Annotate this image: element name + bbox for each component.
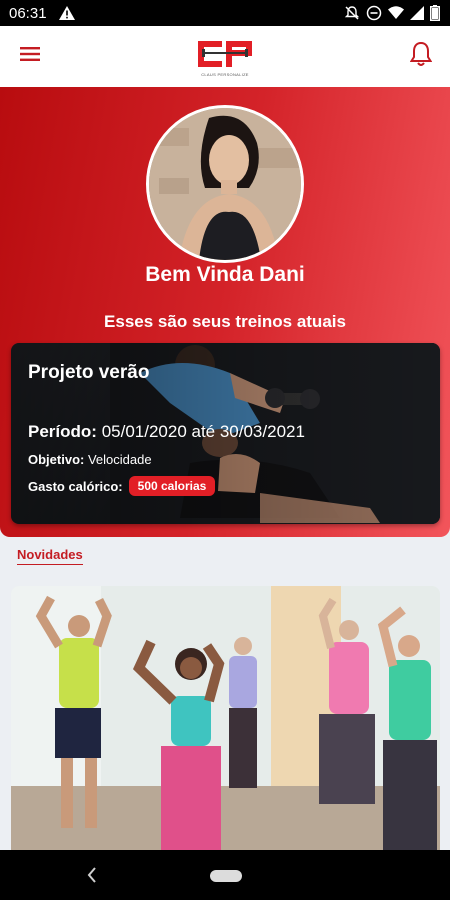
dnd-icon	[366, 5, 382, 21]
home-pill-icon[interactable]	[210, 870, 242, 882]
logo-tagline: CLAUS PERSONALIZE	[201, 71, 249, 77]
app-logo: CLAUS PERSONALIZE	[194, 39, 256, 77]
battery-icon	[430, 5, 440, 21]
plan-title: Projeto verão	[28, 362, 150, 383]
mute-icon	[344, 5, 360, 21]
avatar	[146, 105, 304, 263]
current-workouts-heading: Esses são seus treinos atuais	[104, 312, 346, 331]
calories-label: Gasto calórico:	[28, 478, 123, 494]
system-nav-bar	[0, 850, 450, 900]
wifi-icon	[388, 6, 404, 20]
status-bar: 06:31	[0, 0, 450, 26]
back-icon[interactable]	[86, 866, 98, 889]
hero-section: Bem Vinda Dani Esses são seus treinos at…	[0, 87, 450, 537]
app-bar: CLAUS PERSONALIZE	[0, 26, 450, 87]
welcome-text: Bem Vinda Dani	[145, 263, 305, 286]
objective-label: Objetivo:	[28, 452, 85, 467]
bell-icon[interactable]	[409, 41, 433, 72]
plan-period: Período: 05/01/2020 até 30/03/2021	[28, 422, 305, 442]
period-label: Período:	[28, 422, 97, 441]
news-tab[interactable]: Novidades	[17, 547, 83, 565]
workout-plan-card[interactable]: Projeto verão Período: 05/01/2020 até 30…	[11, 343, 440, 524]
plan-objective: Objetivo: Velocidade	[28, 452, 152, 467]
avatar-portrait-icon	[149, 108, 301, 260]
menu-icon[interactable]	[20, 46, 40, 67]
status-time: 06:31	[9, 4, 47, 22]
signal-icon	[410, 6, 424, 20]
news-card[interactable]	[11, 586, 440, 850]
dance-class-photo-icon	[11, 586, 440, 850]
logo-mark-icon	[198, 40, 252, 67]
warning-icon	[58, 6, 75, 20]
calories-badge: 500 calorias	[128, 476, 216, 496]
objective-value: Velocidade	[87, 452, 152, 467]
plan-calories: Gasto calórico: 500 calorias	[28, 476, 216, 496]
period-value: 05/01/2020 até 30/03/2021	[101, 422, 305, 441]
